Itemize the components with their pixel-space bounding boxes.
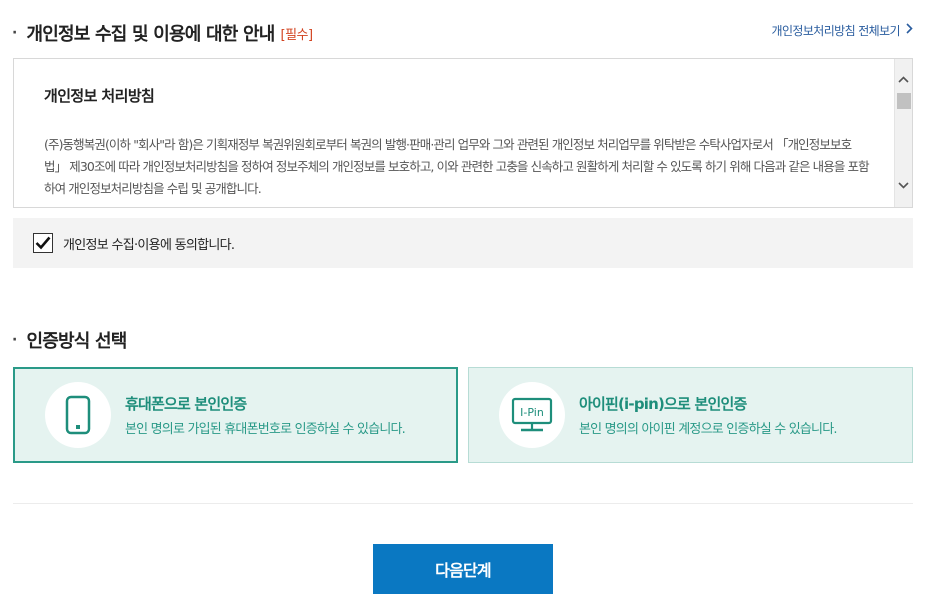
ipin-icon-label: I-Pin [520,406,544,419]
policy-text-box[interactable]: 개인정보 처리방침 (주)동행복권(이하 "회사"라 함)은 기획재정부 복권위… [13,58,913,208]
mobile-phone-icon [45,382,111,448]
auth-section-title: · 인증방식 선택 [12,327,127,353]
scroll-thumb[interactable] [897,93,911,109]
auth-option-ipin[interactable]: I-Pin 아이핀(i-pin)으로 본인인증 본인 명의의 아이핀 계정으로 … [468,367,913,463]
auth-option-phone-title: 휴대폰으로 본인인증 [125,395,247,413]
ipin-monitor-icon: I-Pin [499,382,565,448]
policy-paragraph: (주)동행복권(이하 "회사"라 함)은 기획재정부 복권위원회로부터 복권의 … [44,137,870,196]
auth-option-ipin-desc: 본인 명의의 아이핀 계정으로 인증하실 수 있습니다. [579,422,837,437]
full-policy-link-label: 개인정보처리방침 전체보기 [771,24,901,38]
chevron-right-icon [906,23,913,38]
agree-bar: 개인정보 수집·이용에 동의합니다. [13,218,913,268]
scroll-up-icon[interactable] [895,69,912,89]
auth-option-phone-desc: 본인 명의로 가입된 휴대폰번호로 인증하실 수 있습니다. [125,422,406,437]
policy-content: 개인정보 처리방침 (주)동행복권(이하 "회사"라 함)은 기획재정부 복권위… [44,85,872,200]
next-step-button[interactable]: 다음단계 [373,544,553,594]
required-tag: [필수] [280,27,314,43]
agree-label: 개인정보 수집·이용에 동의합니다. [63,237,235,253]
auth-option-ipin-title: 아이핀(i-pin)으로 본인인증 [579,395,747,413]
policy-heading: 개인정보 처리방침 [44,87,155,105]
agree-checkbox[interactable] [33,233,53,253]
privacy-section-title: · 개인정보 수집 및 이용에 대한 안내 [필수] [12,20,313,46]
auth-option-phone[interactable]: 휴대폰으로 본인인증 본인 명의로 가입된 휴대폰번호로 인증하실 수 있습니다… [13,367,458,463]
policy-scrollbar[interactable] [894,59,912,207]
full-policy-link[interactable]: 개인정보처리방침 전체보기 [772,22,914,39]
scroll-down-icon[interactable] [895,175,912,195]
bullet-dot: · [12,25,17,41]
divider [13,503,913,504]
checkmark-icon [35,236,51,250]
privacy-title-text: 개인정보 수집 및 이용에 대한 안내 [26,24,276,45]
bullet-dot: · [12,332,17,348]
auth-title-text: 인증방식 선택 [26,331,128,352]
